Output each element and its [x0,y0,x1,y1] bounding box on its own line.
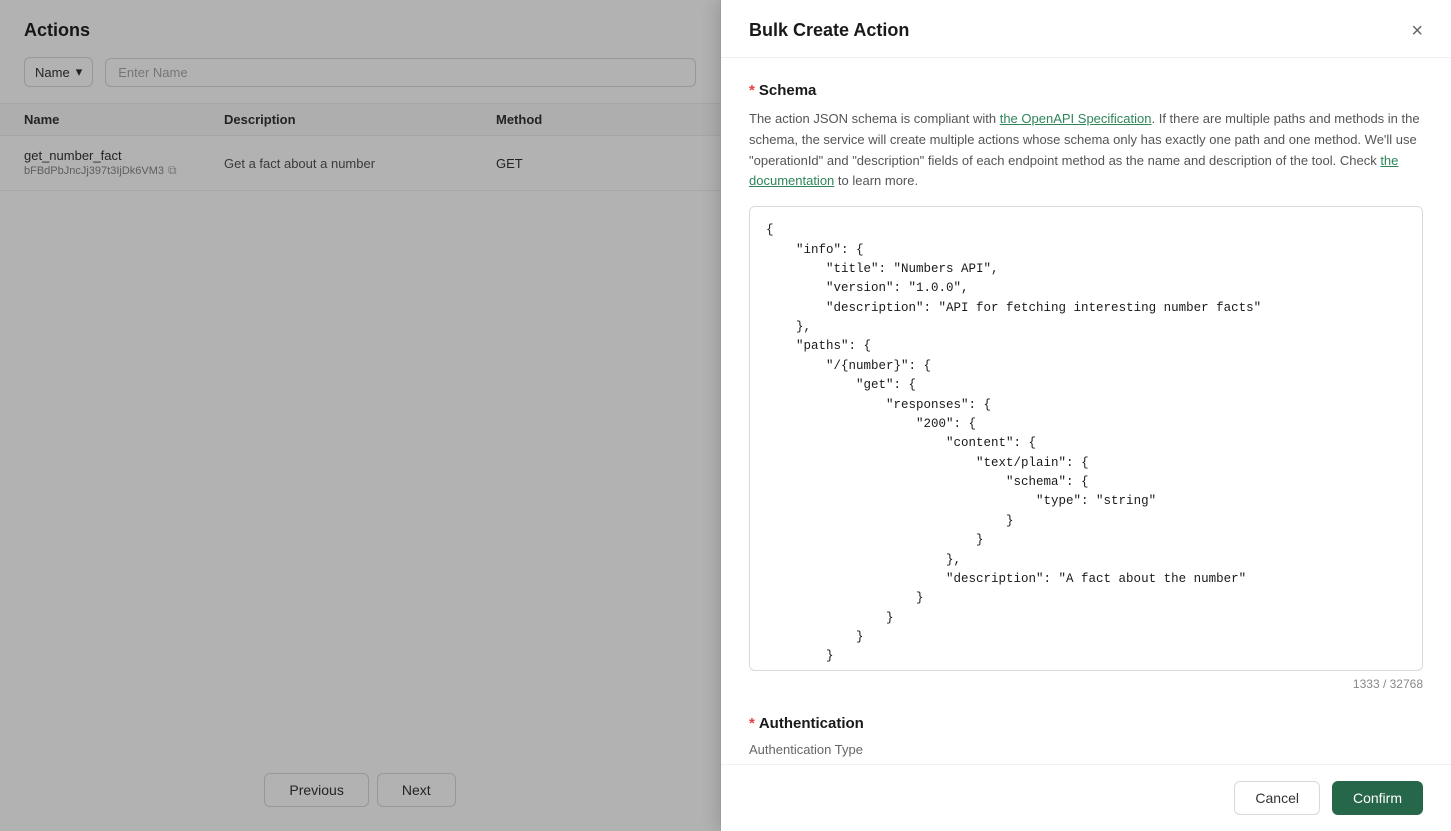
char-count: 1333 / 32768 [749,677,1423,691]
table-row: get_number_fact bFBdPbJncJj397t3IjDk6VM3… [0,136,720,191]
required-star: * [749,82,755,99]
filter-row: Name ▾ Enter Name [0,57,720,103]
filter-input-placeholder: Enter Name [118,65,187,80]
schema-desc-part1: The action JSON schema is compliant with [749,111,1000,126]
row-id: bFBdPbJncJj397t3IjDk6VM3 [24,165,164,177]
cancel-button[interactable]: Cancel [1234,781,1320,815]
filter-input[interactable]: Enter Name [105,58,696,87]
chevron-down-icon: ▾ [76,64,83,80]
row-description: Get a fact about a number [224,156,496,171]
col-method: Method [496,112,616,127]
col-name: Name [24,112,224,127]
background-page: Actions Name ▾ Enter Name Name Descripti… [0,0,720,831]
schema-label: * Schema [749,82,1423,99]
row-method: GET [496,156,616,171]
filter-select-label: Name [35,65,70,80]
modal-panel: Bulk Create Action × * Schema The action… [721,0,1451,831]
auth-required-star: * [749,715,755,732]
schema-code-wrapper [749,206,1423,671]
pagination: Previous Next [0,773,720,807]
auth-type-label: Authentication Type [749,742,1423,757]
auth-label-text: Authentication [759,715,864,732]
table-header: Name Description Method [0,103,720,136]
modal-title: Bulk Create Action [749,20,909,41]
schema-desc-part3: to learn more. [834,173,918,188]
copy-icon[interactable]: ⧉ [168,163,177,178]
modal-footer: Cancel Confirm [721,764,1451,831]
openapi-link[interactable]: the OpenAPI Specification [1000,111,1152,126]
filter-select[interactable]: Name ▾ [24,57,93,87]
col-description: Description [224,112,496,127]
auth-label: * Authentication [749,715,1423,732]
close-button[interactable]: × [1411,21,1423,41]
modal-header: Bulk Create Action × [721,0,1451,58]
schema-label-text: Schema [759,82,817,99]
row-name: get_number_fact [24,148,224,163]
confirm-button[interactable]: Confirm [1332,781,1423,815]
modal-body: * Schema The action JSON schema is compl… [721,58,1451,764]
schema-description: The action JSON schema is compliant with… [749,109,1423,192]
col-actions [616,112,696,127]
schema-textarea[interactable] [750,207,1422,667]
previous-button[interactable]: Previous [264,773,368,807]
page-title: Actions [0,0,720,57]
next-button[interactable]: Next [377,773,456,807]
